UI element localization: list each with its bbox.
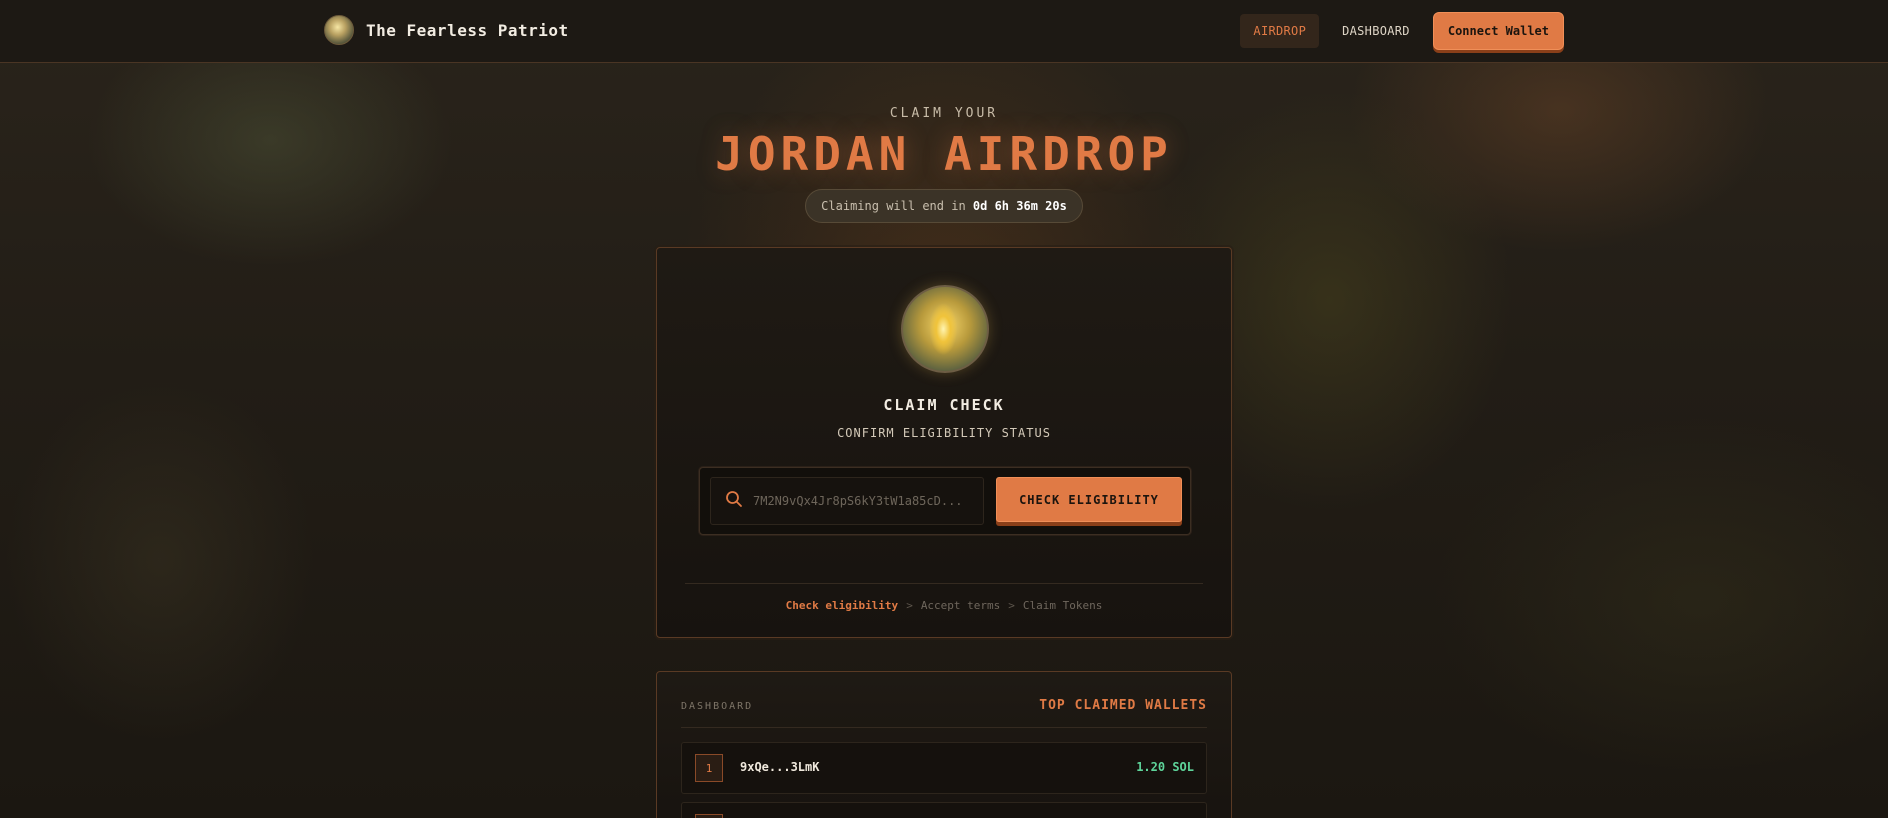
divider (681, 727, 1207, 728)
countdown-timer: 0d 6h 36m 20s (972, 199, 1067, 213)
hero-subtitle: CLAIM YOUR (889, 106, 999, 121)
dashboard-card: DASHBOARD TOP CLAIMED WALLETS 1 9xQe...3… (656, 671, 1232, 818)
connect-wallet-button[interactable]: Connect Wallet (1432, 12, 1564, 50)
top-navbar: The Fearless Patriot AIRDROP DASHBOARD C… (0, 0, 1888, 63)
step-separator: > (906, 599, 913, 612)
nav-dashboard[interactable]: DASHBOARD (1329, 14, 1423, 48)
step-accept-terms: Accept terms (920, 599, 1001, 612)
countdown-badge: Claiming will end in 0d 6h 36m 20s (805, 189, 1083, 223)
hero-title: JORDAN AIRDROP (715, 127, 1173, 181)
wallet-address-input[interactable]: 7M2N9vQx4Jr8pS6kY3tW1a85cD... (710, 477, 984, 525)
hero: CLAIM YOUR JORDAN AIRDROP Claiming will … (0, 106, 1888, 223)
airdrop-avatar (901, 285, 989, 373)
brand[interactable]: The Fearless Patriot (324, 15, 569, 45)
divider (685, 583, 1203, 584)
eligibility-form: 7M2N9vQx4Jr8pS6kY3tW1a85cD... CHECK ELIG… (699, 467, 1191, 535)
claim-card: CLAIM CHECK CONFIRM ELIGIBILITY STATUS 7… (656, 247, 1232, 638)
claim-steps: Check eligibility > Accept terms > Claim Tok… (657, 599, 1231, 612)
countdown-prefix: Claiming will end in (821, 199, 966, 213)
wallet-row[interactable]: 1 9xQe...3LmK 1.20 SOL (681, 742, 1207, 794)
main-nav: AIRDROP DASHBOARD Connect Wallet (1240, 12, 1564, 50)
brand-name: The Fearless Patriot (366, 20, 569, 40)
step-separator: > (1008, 599, 1015, 612)
wallet-rank (695, 814, 723, 818)
top-wallets-heading: TOP CLAIMED WALLETS (1039, 698, 1207, 713)
claim-title: CLAIM CHECK (883, 396, 1005, 414)
nav-airdrop[interactable]: AIRDROP (1240, 14, 1320, 48)
search-icon (725, 490, 743, 512)
dashboard-label: DASHBOARD (681, 701, 754, 712)
wallet-address: 9xQe...3LmK (740, 760, 820, 774)
brand-logo (324, 15, 354, 45)
wallet-address-value: 7M2N9vQx4Jr8pS6kY3tW1a85cD... (753, 494, 963, 508)
wallet-rank: 1 (695, 754, 723, 782)
wallet-row[interactable] (681, 802, 1207, 818)
check-eligibility-button[interactable]: CHECK ELIGIBILITY (996, 477, 1182, 522)
step-check-eligibility: Check eligibility (785, 599, 899, 612)
wallet-amount: 1.20 SOL (1136, 760, 1194, 774)
step-claim-tokens: Claim Tokens (1022, 599, 1103, 612)
claim-subtitle: CONFIRM ELIGIBILITY STATUS (837, 426, 1051, 440)
